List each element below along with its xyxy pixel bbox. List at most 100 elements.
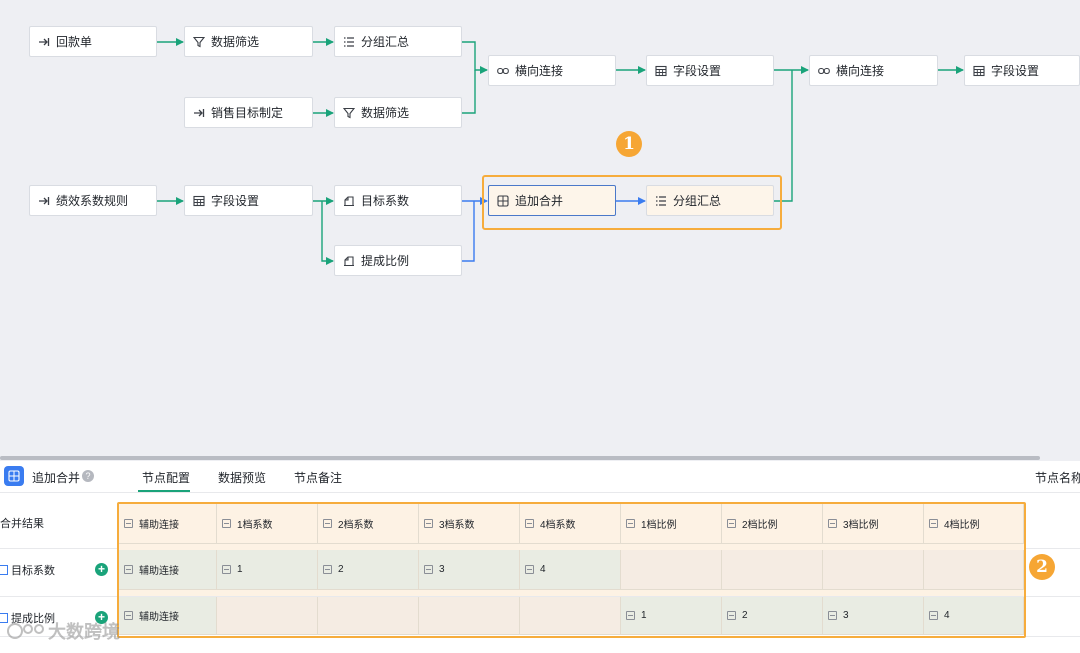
field-type-icon	[124, 611, 133, 620]
field-type-icon	[727, 611, 736, 620]
field-cell[interactable]	[318, 597, 419, 635]
tab-data-preview[interactable]: 数据预览	[218, 469, 266, 486]
list-icon	[342, 35, 356, 49]
cell-text: 1	[641, 610, 647, 621]
field-type-icon	[424, 519, 433, 528]
append-node-icon	[4, 466, 24, 486]
node-字段设置-2[interactable]: 字段设置	[964, 55, 1080, 86]
field-cell[interactable]: 辅助连接	[119, 597, 217, 635]
callout-marker-1: 1	[616, 131, 642, 157]
edge-n9-n4	[462, 70, 476, 114]
active-tab-indicator	[138, 490, 190, 492]
field-cell[interactable]: 2	[318, 550, 419, 590]
column-header-cell[interactable]: 3档系数	[419, 504, 520, 544]
column-header-cell[interactable]: 2档比例	[722, 504, 823, 544]
table-icon	[192, 194, 206, 208]
column-header-cell[interactable]: 4档比例	[924, 504, 1024, 544]
node-分组汇总-2[interactable]: 分组汇总	[646, 185, 774, 216]
table-icon	[972, 64, 986, 78]
row-label-text: 合并结果	[0, 518, 44, 530]
row-gap	[119, 590, 1024, 596]
field-cell[interactable]	[419, 597, 520, 635]
node-name-label: 节点名称	[1035, 471, 1080, 485]
cell-text: 辅助连接	[139, 520, 179, 531]
field-cell[interactable]	[924, 550, 1024, 590]
watermark: 大数跨境	[6, 618, 120, 644]
field-cell[interactable]: 辅助连接	[119, 550, 217, 590]
field-cell[interactable]	[217, 597, 318, 635]
tab-node-config[interactable]: 节点配置	[142, 469, 190, 486]
field-type-icon	[323, 519, 332, 528]
node-提成比例[interactable]: 提成比例	[334, 245, 462, 276]
scrollbar-thumb[interactable]	[0, 456, 1040, 460]
cell-text: 3	[843, 610, 849, 621]
cell-text: 4档比例	[944, 520, 980, 531]
table-source-icon	[0, 565, 8, 575]
column-header-cell[interactable]: 1档系数	[217, 504, 318, 544]
field-cell[interactable]: 1	[217, 550, 318, 590]
cell-text: 辅助连接	[139, 566, 179, 577]
column-header-cell[interactable]: 1档比例	[621, 504, 722, 544]
cell-text: 4	[540, 564, 546, 575]
table-icon	[654, 64, 668, 78]
add-field-button[interactable]: +	[95, 563, 108, 576]
field-type-icon	[727, 519, 736, 528]
column-header-cell[interactable]: 3档比例	[823, 504, 924, 544]
row-label-merge-result: 合并结果	[0, 515, 44, 531]
node-横向连接-1[interactable]: 横向连接	[488, 55, 616, 86]
node-config-panel: 追加合并 ? 节点配置 数据预览 节点备注 节点名称 合并结果 目标系数 + 提…	[0, 461, 1080, 653]
node-字段设置-3[interactable]: 字段设置	[184, 185, 313, 216]
node-追加合并[interactable]: 追加合并	[488, 185, 616, 216]
cell-text: 1档系数	[237, 520, 273, 531]
help-icon[interactable]: ?	[82, 470, 94, 482]
panel-header: 追加合并 ? 节点配置 数据预览 节点备注 节点名称	[0, 461, 1080, 493]
field-cell[interactable]	[722, 550, 823, 590]
node-字段设置-1[interactable]: 字段设置	[646, 55, 774, 86]
column-header-cell[interactable]: 辅助连接	[119, 504, 217, 544]
link-icon	[496, 64, 510, 78]
flow-canvas[interactable]: 回款单 数据筛选 分组汇总 横向连接 字段设置 横向连接 字段设置 销售目标制定…	[0, 0, 1080, 455]
field-type-icon	[525, 565, 534, 574]
node-数据筛选-1[interactable]: 数据筛选	[184, 26, 313, 57]
node-label: 字段设置	[673, 64, 722, 78]
field-cell[interactable]: 4	[924, 597, 1024, 635]
field-cell[interactable]	[520, 597, 621, 635]
node-回款单[interactable]: 回款单	[29, 26, 157, 57]
field-type-icon	[828, 611, 837, 620]
cell-text: 2	[742, 610, 748, 621]
field-cell[interactable]: 1	[621, 597, 722, 635]
field-cell[interactable]: 3	[419, 550, 520, 590]
node-分组汇总-1[interactable]: 分组汇总	[334, 26, 462, 57]
tab-node-notes[interactable]: 节点备注	[294, 469, 342, 486]
field-type-icon	[626, 611, 635, 620]
field-cell[interactable]: 2	[722, 597, 823, 635]
merge-field-grid: 辅助连接 1档系数 2档系数 3档系数 4档系数 1档比例 2档比例 3档比例 4档比例 辅助连接…	[117, 502, 1026, 638]
filter-icon	[342, 106, 356, 120]
node-绩效系数规则[interactable]: 绩效系数规则	[29, 185, 157, 216]
node-横向连接-2[interactable]: 横向连接	[809, 55, 938, 86]
column-header-cell[interactable]: 2档系数	[318, 504, 419, 544]
column-header-cell[interactable]: 4档系数	[520, 504, 621, 544]
node-label: 分组汇总	[673, 194, 722, 208]
field-cell[interactable]	[621, 550, 722, 590]
cell-text: 2档系数	[338, 520, 374, 531]
link-icon	[817, 64, 831, 78]
field-type-icon	[124, 519, 133, 528]
field-cell[interactable]	[823, 550, 924, 590]
cell-text: 3	[439, 564, 445, 575]
cell-text: 3档比例	[843, 520, 879, 531]
panel-title: 追加合并	[32, 471, 81, 485]
node-label: 追加合并	[515, 194, 564, 208]
cell-text: 2档比例	[742, 520, 778, 531]
node-label: 数据筛选	[211, 35, 260, 49]
list-icon	[654, 194, 668, 208]
node-销售目标制定[interactable]: 销售目标制定	[184, 97, 313, 128]
row-label-text: 目标系数	[11, 565, 55, 577]
node-数据筛选-2[interactable]: 数据筛选	[334, 97, 462, 128]
field-cell[interactable]: 4	[520, 550, 621, 590]
node-label: 目标系数	[361, 194, 410, 208]
node-label: 横向连接	[836, 64, 885, 78]
field-cell[interactable]: 3	[823, 597, 924, 635]
field-type-icon	[828, 519, 837, 528]
node-目标系数[interactable]: 目标系数	[334, 185, 462, 216]
